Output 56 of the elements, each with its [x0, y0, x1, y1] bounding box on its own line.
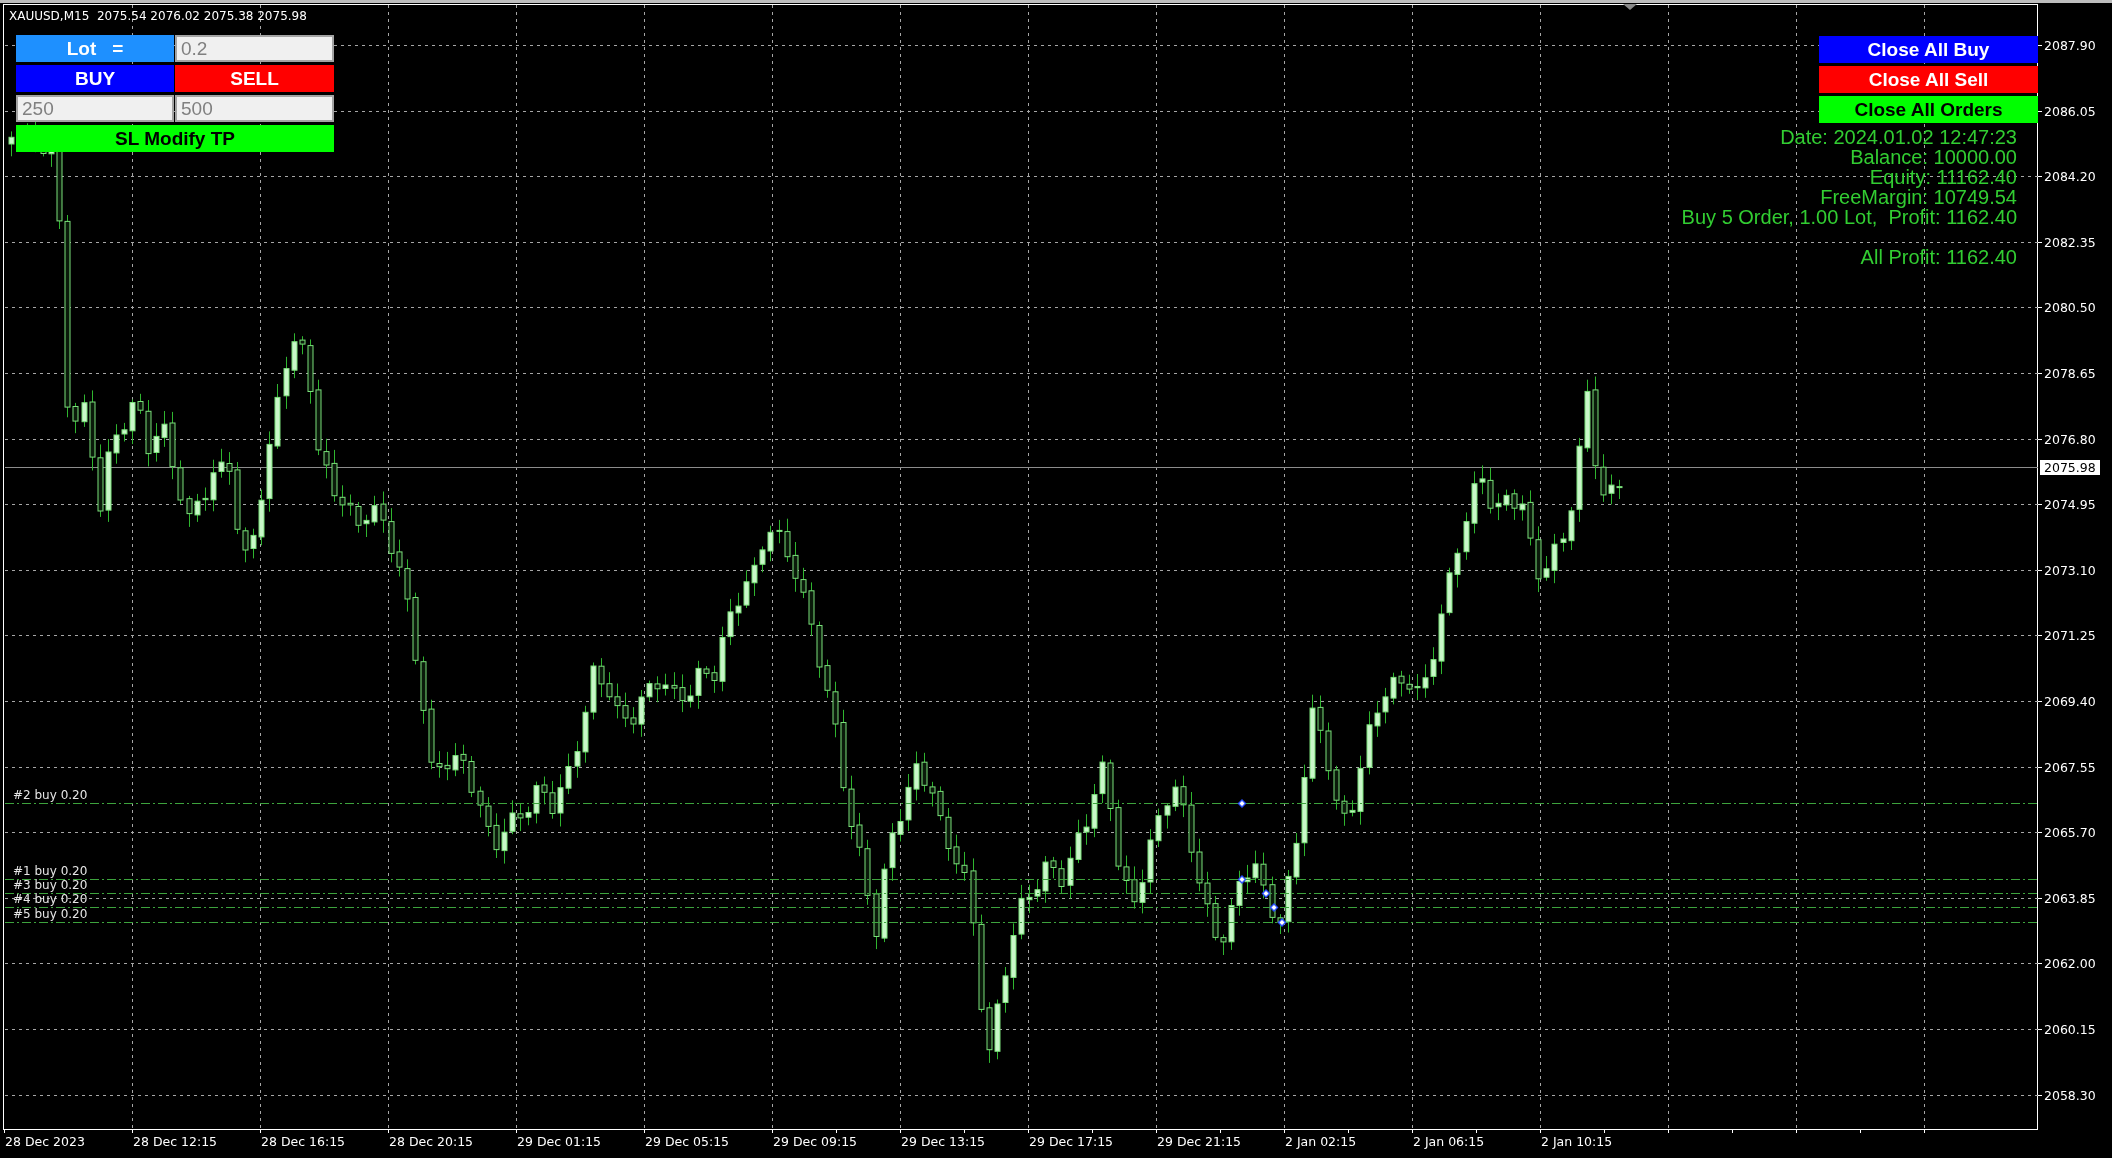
price-label: 2071.25 — [2044, 627, 2096, 643]
close-orders-button[interactable]: Close All Orders — [1819, 96, 2038, 123]
price-label: 2076.80 — [2044, 431, 2096, 447]
chart-header: XAUUSD,M15 2075.54 2076.02 2075.38 2075.98 — [9, 9, 307, 24]
price-label: 2069.40 — [2044, 693, 2096, 709]
account-info-text: Date: 2024.01.02 12:47:23 — [1780, 127, 2017, 147]
price-label: 2065.70 — [2044, 824, 2096, 840]
price-label: 2060.15 — [2044, 1021, 2096, 1037]
time-label: 28 Dec 20:15 — [389, 1134, 474, 1149]
input-field[interactable]: 250 — [16, 95, 174, 122]
diamond-marker-icon — [1277, 918, 1287, 927]
price-label: 2087.90 — [2044, 37, 2096, 53]
time-label: 29 Dec 13:15 — [901, 1134, 986, 1149]
price-label: 2073.10 — [2044, 562, 2096, 578]
time-label: 29 Dec 21:15 — [1157, 1134, 1242, 1149]
time-label: 2 Jan 10:15 — [1541, 1134, 1613, 1149]
input-field[interactable]: 0.2 — [175, 35, 334, 62]
trade-button[interactable]: BUY — [16, 65, 174, 92]
time-label: 29 Dec 05:15 — [645, 1134, 730, 1149]
price-label: 2086.05 — [2044, 103, 2096, 119]
trade-button[interactable]: SELL — [175, 65, 334, 92]
time-label: 29 Dec 09:15 — [773, 1134, 858, 1149]
price-label: 2074.95 — [2044, 496, 2096, 512]
order-label: #5 buy 0.20 — [13, 907, 88, 921]
time-label: 28 Dec 2023 — [5, 1134, 85, 1149]
diamond-marker-icon — [1237, 875, 1247, 884]
time-label: 2 Jan 06:15 — [1413, 1134, 1485, 1149]
price-label: 2082.35 — [2044, 234, 2096, 250]
price-label: 2067.55 — [2044, 759, 2096, 775]
diamond-marker-icon — [1269, 903, 1279, 912]
current-price-label: 2075.98 — [2040, 459, 2100, 475]
order-label: #2 buy 0.20 — [13, 788, 88, 802]
total-profit-text: All Profit: 1162.40 — [1860, 247, 2017, 267]
time-label: 28 Dec 16:15 — [261, 1134, 346, 1149]
close-orders-button[interactable]: Close All Sell — [1819, 66, 2038, 93]
account-info-text: Balance: 10000.00 — [1850, 147, 2017, 167]
time-label: 29 Dec 17:15 — [1029, 1134, 1114, 1149]
close-orders-button[interactable]: Close All Buy — [1819, 36, 2038, 63]
time-label: 2 Jan 02:15 — [1285, 1134, 1357, 1149]
time-label: 28 Dec 12:15 — [133, 1134, 218, 1149]
account-info-text: Buy 5 Order, 1.00 Lot, Profit: 1162.40 — [1681, 207, 2017, 227]
price-label: 2063.85 — [2044, 890, 2096, 906]
trade-button[interactable]: SL Modify TP — [16, 125, 334, 152]
price-label: 2058.30 — [2044, 1087, 2096, 1103]
order-label: #1 buy 0.20 — [13, 864, 88, 878]
order-label: #3 buy 0.20 — [13, 878, 88, 892]
input-field[interactable]: 500 — [175, 95, 334, 122]
order-label: #4 buy 0.20 — [13, 892, 88, 906]
time-label: 29 Dec 01:15 — [517, 1134, 602, 1149]
price-label: 2078.65 — [2044, 365, 2096, 381]
diamond-marker-icon — [1261, 889, 1271, 898]
diamond-marker-icon — [1237, 799, 1247, 808]
price-label: 2084.20 — [2044, 168, 2096, 184]
price-label: 2062.00 — [2044, 955, 2096, 971]
price-label: 2080.50 — [2044, 299, 2096, 315]
lot-label: Lot = — [16, 35, 174, 62]
